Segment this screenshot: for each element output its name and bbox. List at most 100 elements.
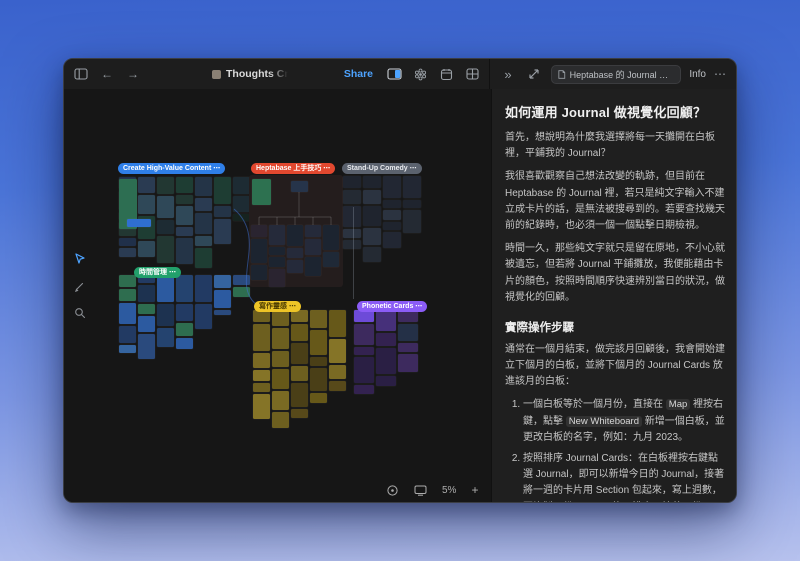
locate-view-icon[interactable]	[386, 484, 399, 497]
card[interactable]	[157, 220, 174, 234]
card[interactable]	[157, 236, 174, 263]
card[interactable]	[176, 304, 193, 321]
card[interactable]	[354, 357, 374, 383]
card[interactable]	[176, 195, 193, 204]
card[interactable]	[214, 206, 231, 217]
card[interactable]	[127, 219, 151, 227]
more-options-button[interactable]: ⋯	[714, 67, 727, 81]
card[interactable]	[272, 412, 289, 428]
card[interactable]	[233, 214, 250, 221]
card[interactable]	[195, 177, 212, 196]
card[interactable]	[398, 354, 418, 372]
card[interactable]	[398, 324, 418, 341]
card[interactable]	[176, 227, 193, 236]
card[interactable]	[329, 365, 346, 379]
section-pill-phonetic-cards[interactable]: Phonetic Cards ⋯	[357, 301, 427, 312]
card[interactable]	[310, 310, 327, 328]
card[interactable]	[272, 391, 289, 410]
card[interactable]	[157, 304, 174, 326]
open-note-tab[interactable]: Heptabase 的 Journal 使用方...	[551, 65, 681, 84]
card[interactable]	[343, 206, 361, 227]
card[interactable]	[157, 275, 174, 302]
card[interactable]	[403, 176, 421, 198]
card[interactable]	[291, 366, 308, 381]
card[interactable]	[383, 222, 401, 230]
journal-icon[interactable]	[437, 64, 455, 84]
card[interactable]	[176, 177, 193, 193]
card[interactable]	[363, 247, 381, 262]
card[interactable]	[291, 409, 308, 418]
card[interactable]	[363, 190, 381, 204]
card[interactable]	[253, 324, 270, 351]
card[interactable]	[119, 345, 136, 353]
card[interactable]	[138, 195, 155, 214]
card[interactable]	[305, 257, 321, 276]
card[interactable]	[138, 316, 155, 332]
card[interactable]	[214, 275, 231, 288]
card[interactable]	[363, 228, 381, 245]
card[interactable]	[195, 213, 212, 234]
card[interactable]	[138, 177, 155, 193]
card-library-icon[interactable]	[463, 64, 481, 84]
card[interactable]	[305, 239, 321, 255]
whiteboard-canvas[interactable]: Create High-Value Content ⋯Heptabase 上手技…	[64, 89, 491, 503]
card[interactable]	[272, 369, 289, 389]
card[interactable]	[251, 225, 267, 237]
card[interactable]	[119, 248, 136, 257]
card[interactable]	[119, 326, 136, 343]
card[interactable]	[253, 383, 270, 392]
section-pill-stand-up-comedy[interactable]: Stand-Up Comedy ⋯	[342, 163, 422, 174]
card[interactable]	[291, 324, 308, 341]
card[interactable]	[138, 241, 155, 257]
card[interactable]	[251, 239, 267, 263]
card[interactable]	[251, 265, 267, 280]
card[interactable]	[119, 303, 136, 324]
card[interactable]	[354, 347, 374, 355]
card[interactable]	[287, 225, 303, 246]
section-pill-writing-inspiration[interactable]: 寫作靈感 ⋯	[254, 301, 301, 312]
card[interactable]	[233, 177, 250, 194]
card[interactable]	[354, 385, 374, 394]
card[interactable]	[195, 198, 212, 211]
card[interactable]	[383, 210, 401, 220]
card[interactable]	[305, 225, 321, 237]
card[interactable]	[376, 348, 396, 374]
card[interactable]	[343, 229, 361, 238]
card[interactable]	[157, 177, 174, 194]
card[interactable]	[253, 394, 270, 419]
card[interactable]	[376, 376, 396, 386]
card[interactable]	[176, 238, 193, 264]
card[interactable]	[233, 287, 250, 297]
zoom-in-button[interactable]: +	[471, 483, 478, 497]
card[interactable]	[195, 236, 212, 246]
card[interactable]	[119, 289, 136, 301]
card[interactable]	[214, 310, 231, 315]
card[interactable]	[310, 393, 327, 403]
card[interactable]	[383, 176, 401, 198]
card[interactable]	[138, 285, 155, 302]
card[interactable]	[343, 176, 361, 188]
card[interactable]	[383, 232, 401, 248]
card[interactable]	[138, 304, 155, 314]
card[interactable]	[398, 343, 418, 352]
card[interactable]	[269, 225, 285, 245]
select-tool-icon[interactable]	[72, 251, 88, 267]
card[interactable]	[176, 323, 193, 336]
card[interactable]	[269, 269, 285, 287]
card[interactable]	[343, 190, 361, 204]
split-view-icon[interactable]	[385, 64, 403, 84]
card[interactable]	[403, 200, 421, 208]
card[interactable]	[119, 238, 136, 246]
card[interactable]	[329, 381, 346, 391]
card[interactable]	[253, 370, 270, 381]
card[interactable]	[343, 240, 361, 249]
card[interactable]	[310, 330, 327, 355]
card[interactable]	[383, 200, 401, 208]
collapse-panel-icon[interactable]: »	[499, 64, 517, 84]
card[interactable]	[138, 334, 155, 359]
card[interactable]	[272, 328, 289, 349]
card[interactable]	[376, 333, 396, 346]
card[interactable]	[310, 357, 327, 366]
card[interactable]	[376, 310, 396, 331]
info-button[interactable]: Info	[689, 69, 706, 80]
